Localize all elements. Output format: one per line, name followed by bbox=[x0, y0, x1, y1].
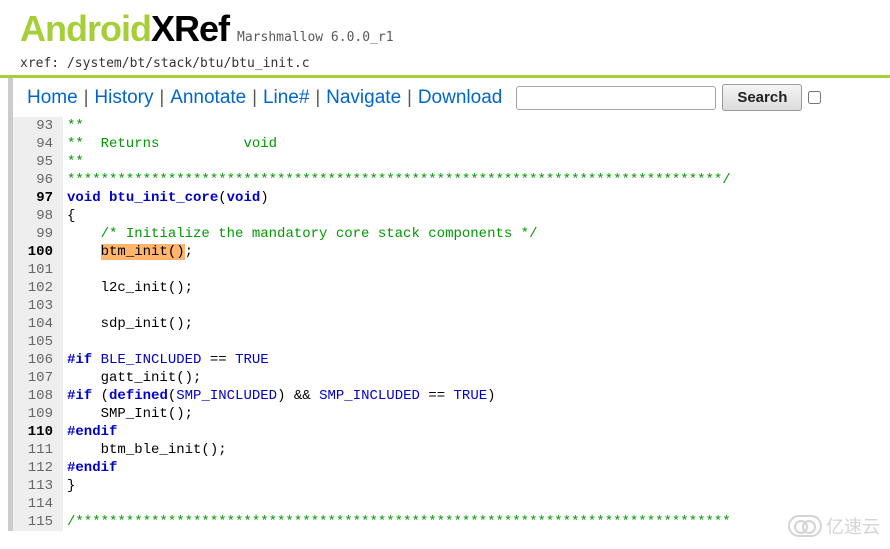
nav-line[interactable]: Line# bbox=[263, 87, 310, 109]
code-line[interactable]: 105 bbox=[13, 333, 890, 351]
line-number[interactable]: 105 bbox=[13, 333, 63, 351]
logo-version: Marshmallow 6.0.0_r1 bbox=[237, 30, 394, 45]
code-content: l2c_init(); bbox=[63, 279, 193, 297]
line-number[interactable]: 108 bbox=[13, 387, 63, 405]
code-line[interactable]: 98{ bbox=[13, 207, 890, 225]
code-line[interactable]: 103 bbox=[13, 297, 890, 315]
code-content: ** bbox=[63, 117, 84, 135]
watermark-text: 亿速云 bbox=[826, 513, 880, 539]
line-number[interactable]: 107 bbox=[13, 369, 63, 387]
line-number[interactable]: 103 bbox=[13, 297, 63, 315]
logo-android: Android bbox=[20, 8, 151, 50]
line-number[interactable]: 111 bbox=[13, 441, 63, 459]
nav-sep: | bbox=[407, 87, 412, 108]
logo-xref: XRef bbox=[151, 8, 229, 50]
toolbar: Home | History | Annotate | Line# | Navi… bbox=[13, 78, 890, 117]
nav-download[interactable]: Download bbox=[418, 87, 503, 109]
line-number[interactable]: 104 bbox=[13, 315, 63, 333]
code-line[interactable]: 101 bbox=[13, 261, 890, 279]
code-content: ** Returns void bbox=[63, 135, 277, 153]
code-line[interactable]: 113} bbox=[13, 477, 890, 495]
line-number[interactable]: 106 bbox=[13, 351, 63, 369]
code-content: ** bbox=[63, 153, 84, 171]
code-content: SMP_Init(); bbox=[63, 405, 193, 423]
nav-sep: | bbox=[252, 87, 257, 108]
code-line[interactable]: 96**************************************… bbox=[13, 171, 890, 189]
code-content: #if (defined(SMP_INCLUDED) && SMP_INCLUD… bbox=[63, 387, 496, 405]
code-content: } bbox=[63, 477, 75, 495]
line-number[interactable]: 113 bbox=[13, 477, 63, 495]
code-line[interactable]: 106#if BLE_INCLUDED == TRUE bbox=[13, 351, 890, 369]
code-line[interactable]: 112#endif bbox=[13, 459, 890, 477]
code-line[interactable]: 111 btm_ble_init(); bbox=[13, 441, 890, 459]
nav-sep: | bbox=[315, 87, 320, 108]
line-number[interactable]: 101 bbox=[13, 261, 63, 279]
line-number[interactable]: 102 bbox=[13, 279, 63, 297]
search-button[interactable]: Search bbox=[722, 84, 802, 111]
nav-annotate[interactable]: Annotate bbox=[170, 87, 246, 109]
line-number[interactable]: 100 bbox=[13, 243, 63, 261]
code-line[interactable]: 102 l2c_init(); bbox=[13, 279, 890, 297]
code-content: gatt_init(); bbox=[63, 369, 201, 387]
code-line[interactable]: 99 /* Initialize the mandatory core stac… bbox=[13, 225, 890, 243]
path-value[interactable]: /system/bt/stack/btu/btu_init.c bbox=[67, 56, 310, 71]
code-content: { bbox=[63, 207, 75, 225]
code-content: #if BLE_INCLUDED == TRUE bbox=[63, 351, 269, 369]
header: Android XRef Marshmallow 6.0.0_r1 bbox=[0, 0, 890, 54]
line-number[interactable]: 99 bbox=[13, 225, 63, 243]
code-content: void btu_init_core(void) bbox=[63, 189, 269, 207]
code-line[interactable]: 115/************************************… bbox=[13, 513, 890, 531]
code-content: ****************************************… bbox=[63, 171, 731, 189]
content-area: Home | History | Annotate | Line# | Navi… bbox=[8, 78, 890, 531]
code-line[interactable]: 114 bbox=[13, 495, 890, 513]
code-content bbox=[63, 333, 67, 351]
code-line[interactable]: 107 gatt_init(); bbox=[13, 369, 890, 387]
code-line[interactable]: 93** bbox=[13, 117, 890, 135]
line-number[interactable]: 114 bbox=[13, 495, 63, 513]
code-line[interactable]: 109 SMP_Init(); bbox=[13, 405, 890, 423]
line-number[interactable]: 115 bbox=[13, 513, 63, 531]
nav-home[interactable]: Home bbox=[27, 87, 78, 109]
logo[interactable]: Android XRef Marshmallow 6.0.0_r1 bbox=[20, 8, 870, 50]
code-content bbox=[63, 261, 67, 279]
code-content: /***************************************… bbox=[63, 513, 731, 531]
code-content: #endif bbox=[63, 423, 117, 441]
line-number[interactable]: 109 bbox=[13, 405, 63, 423]
code-content: btm_ble_init(); bbox=[63, 441, 227, 459]
line-number[interactable]: 96 bbox=[13, 171, 63, 189]
nav-sep: | bbox=[160, 87, 165, 108]
line-number[interactable]: 97 bbox=[13, 189, 63, 207]
code-line[interactable]: 94** Returns void bbox=[13, 135, 890, 153]
search-input[interactable] bbox=[516, 86, 716, 110]
code-content: btm_init(); bbox=[63, 243, 193, 261]
line-number[interactable]: 112 bbox=[13, 459, 63, 477]
watermark: 亿速云 bbox=[788, 513, 880, 539]
line-number[interactable]: 110 bbox=[13, 423, 63, 441]
nav-history[interactable]: History bbox=[94, 87, 153, 109]
code-content: sdp_init(); bbox=[63, 315, 193, 333]
line-number[interactable]: 93 bbox=[13, 117, 63, 135]
code-line[interactable]: 97void btu_init_core(void) bbox=[13, 189, 890, 207]
code-content: #endif bbox=[63, 459, 117, 477]
code-content: /* Initialize the mandatory core stack c… bbox=[63, 225, 537, 243]
nav-navigate[interactable]: Navigate bbox=[326, 87, 401, 109]
breadcrumb: xref: /system/bt/stack/btu/btu_init.c bbox=[0, 54, 890, 78]
code-content bbox=[63, 495, 67, 513]
line-number[interactable]: 94 bbox=[13, 135, 63, 153]
nav-sep: | bbox=[84, 87, 89, 108]
code-line[interactable]: 95** bbox=[13, 153, 890, 171]
code-viewer[interactable]: 93**94** Returns void95**96*************… bbox=[13, 117, 890, 531]
search-checkbox[interactable] bbox=[808, 91, 821, 104]
code-line[interactable]: 104 sdp_init(); bbox=[13, 315, 890, 333]
line-number[interactable]: 95 bbox=[13, 153, 63, 171]
code-content bbox=[63, 297, 67, 315]
path-prefix: xref: bbox=[20, 56, 67, 71]
code-line[interactable]: 108#if (defined(SMP_INCLUDED) && SMP_INC… bbox=[13, 387, 890, 405]
line-number[interactable]: 98 bbox=[13, 207, 63, 225]
code-line[interactable]: 100 btm_init(); bbox=[13, 243, 890, 261]
watermark-icon bbox=[788, 515, 822, 537]
code-line[interactable]: 110#endif bbox=[13, 423, 890, 441]
